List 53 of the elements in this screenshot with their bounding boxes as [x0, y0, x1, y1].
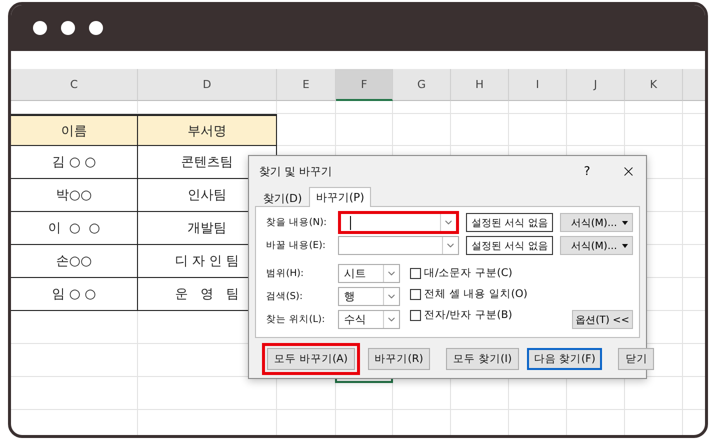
- dialog-button[interactable]: 모두 바꾸기(A): [262, 343, 360, 375]
- column-header[interactable]: J: [567, 69, 625, 101]
- checkbox[interactable]: [410, 288, 421, 300]
- tab[interactable]: 바꾸기(P): [309, 187, 372, 207]
- column-header[interactable]: H: [451, 69, 509, 101]
- table-cell: 이 ○ ○: [11, 212, 138, 245]
- checkbox-label: 전체 셀 내용 일치(O): [424, 287, 528, 301]
- column-header[interactable]: I: [509, 69, 567, 101]
- column-header[interactable]: C: [11, 69, 138, 101]
- dialog-button[interactable]: 바꾸기(R): [368, 348, 430, 370]
- input-field[interactable]: [338, 236, 459, 255]
- column-header[interactable]: D: [138, 69, 277, 101]
- table-cell: 손○○: [11, 245, 138, 278]
- empty-cell: [336, 101, 393, 114]
- window-dot-icon: [89, 21, 103, 35]
- empty-cell: [567, 101, 625, 114]
- table-cell: 박○○: [11, 179, 138, 212]
- column-header[interactable]: G: [393, 69, 451, 101]
- field-label: 찾는 위치(L):: [266, 313, 326, 326]
- format-button[interactable]: 서식(M)...: [560, 236, 633, 255]
- header-cell: 이름: [11, 114, 138, 146]
- empty-cell: [625, 101, 683, 114]
- checkbox-label: 전자/반자 구분(B): [424, 308, 512, 322]
- dialog-button[interactable]: 다음 찾기(F): [526, 348, 602, 370]
- table-cell: 임 ○ ○: [11, 278, 138, 311]
- select-field[interactable]: 수식: [338, 310, 400, 329]
- empty-cell: [277, 101, 336, 114]
- empty-cell: [509, 101, 567, 114]
- select-field[interactable]: 시트: [338, 264, 400, 283]
- header-cell: 부서명: [138, 114, 277, 146]
- dropdown-arrow-icon: [622, 220, 628, 224]
- checkbox[interactable]: [410, 310, 421, 320]
- checkbox[interactable]: [410, 268, 421, 278]
- empty-cell: [393, 101, 451, 114]
- dialog-button[interactable]: 닫기: [618, 348, 654, 370]
- window-dot-icon: [61, 21, 75, 35]
- empty-cell: [625, 114, 683, 146]
- empty-cell: [451, 101, 509, 114]
- table-cell: 김 ○ ○: [11, 146, 138, 179]
- window-dot-icon: [33, 21, 47, 35]
- column-header[interactable]: F: [336, 69, 393, 101]
- dropdown-arrow-icon: [622, 244, 628, 248]
- checkbox-label: 대/소문자 구분(C): [424, 266, 512, 280]
- dialog-button[interactable]: 모두 찾기(I): [446, 348, 519, 370]
- format-preview: 설정된 서식 없음: [466, 213, 554, 232]
- format-preview: 설정된 서식 없음: [466, 236, 554, 255]
- select-field[interactable]: 행: [338, 287, 400, 306]
- options-button[interactable]: 옵션(T) <<: [572, 310, 633, 329]
- help-button[interactable]: ?: [572, 164, 602, 178]
- format-button[interactable]: 서식(M)...: [560, 213, 633, 232]
- column-header[interactable]: K: [625, 69, 683, 101]
- column-header[interactable]: E: [277, 69, 336, 101]
- input-field[interactable]: [338, 211, 459, 234]
